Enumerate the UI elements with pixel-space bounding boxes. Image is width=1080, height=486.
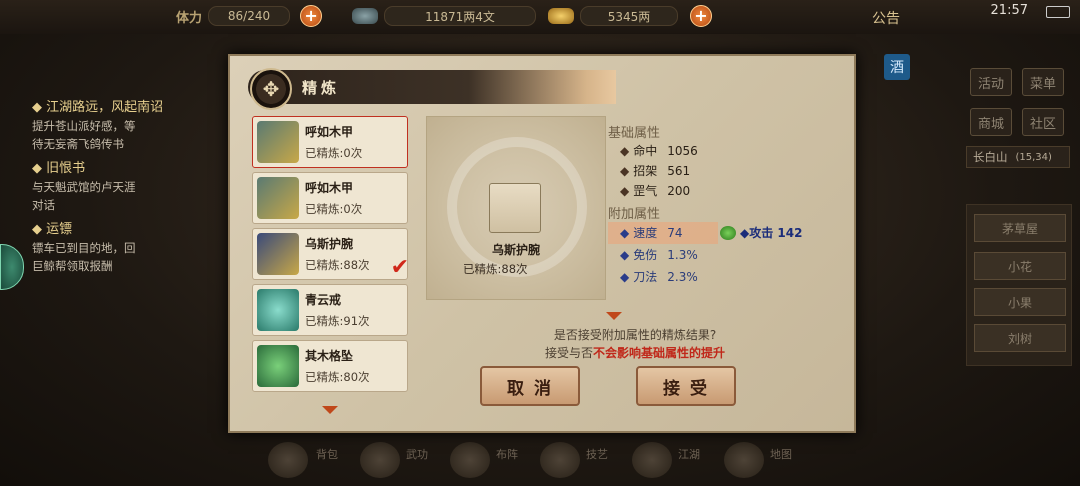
dialog-title: 精炼 bbox=[302, 79, 341, 97]
tavern-button[interactable]: 酒 bbox=[884, 54, 910, 80]
equipment-item[interactable]: 青云戒 已精炼:91次 bbox=[252, 284, 408, 336]
extra-attr-title: 附加属性 bbox=[608, 207, 661, 222]
menu-button[interactable]: 菜单 bbox=[1022, 68, 1064, 96]
stamina-plus-button[interactable]: + bbox=[300, 5, 323, 27]
item-name: 青云戒 bbox=[305, 293, 342, 307]
quest-desc: 与天魁武馆的卢天涯 bbox=[32, 180, 136, 194]
gold-icon bbox=[548, 8, 574, 24]
npc-item[interactable]: 小花 bbox=[974, 252, 1066, 280]
npc-item[interactable]: 茅草屋 bbox=[974, 214, 1066, 242]
item-preview: 乌斯护腕 已精炼:88次 bbox=[426, 116, 606, 300]
item-refine-count: 已精炼:91次 bbox=[305, 314, 370, 328]
quest-desc: 提升苍山派好感，等 bbox=[32, 119, 136, 133]
quest-title: ◆ 运镖 bbox=[32, 222, 73, 237]
bottom-label[interactable]: 技艺 bbox=[586, 446, 608, 462]
refine-emblem-icon: ✥ bbox=[250, 68, 292, 110]
item-refine-count: 已精炼:0次 bbox=[305, 146, 363, 160]
cancel-button[interactable]: 取消 bbox=[480, 366, 580, 406]
item-refine-count: 已精炼:0次 bbox=[305, 202, 363, 216]
item-name: 其木格坠 bbox=[305, 349, 354, 363]
extra-attr-row-highlighted: ◆ 速度 74 ◆攻击 142 bbox=[608, 222, 838, 244]
preview-refine-count: 已精炼:88次 bbox=[463, 262, 528, 276]
silver-icon bbox=[352, 8, 378, 24]
top-status-bar bbox=[0, 0, 1080, 34]
bottom-label[interactable]: 背包 bbox=[316, 446, 338, 462]
bottom-label[interactable]: 地图 bbox=[770, 446, 792, 462]
gold-plus-button[interactable]: + bbox=[690, 5, 712, 27]
selected-check-icon: ✔ bbox=[390, 255, 409, 280]
gold-resource: 5345两 + bbox=[548, 5, 712, 27]
equipment-item[interactable]: 其木格坠 已精炼:80次 bbox=[252, 340, 408, 392]
equipment-item[interactable]: 乌斯护腕 已精炼:88次 ✔ bbox=[252, 228, 409, 280]
quest-desc: 巨鲸帮领取报酬 bbox=[32, 259, 113, 273]
confirm-note: 接受与否不会影响基础属性的提升 bbox=[544, 346, 726, 360]
npc-item[interactable]: 小果 bbox=[974, 288, 1066, 316]
jianghu-icon[interactable] bbox=[632, 442, 672, 478]
extra-attr-row: ◆ 刀法 2.3% bbox=[620, 270, 698, 284]
pendant-icon bbox=[257, 345, 299, 387]
stamina-value: 86/240 bbox=[208, 6, 291, 26]
quest-desc: 镖车已到目的地，回 bbox=[32, 241, 136, 255]
armor-icon bbox=[257, 121, 299, 163]
armor-icon bbox=[257, 177, 299, 219]
bottom-label[interactable]: 江湖 bbox=[678, 446, 700, 462]
base-attr-title: 基础属性 bbox=[608, 126, 661, 141]
ring-icon bbox=[257, 289, 299, 331]
attribute-panel: 基础属性 ◆ 命中 1056 ◆ 招架 561 ◆ 罡气 200 附加属性 ◆ 速度 74 ◆攻… bbox=[608, 122, 838, 288]
confirm-question: 是否接受附加属性的精炼结果? bbox=[553, 328, 717, 342]
bracer-icon bbox=[489, 183, 541, 233]
quest-tracker[interactable]: ◆ 江湖路远，风起南诏 提升苍山派好感，等 待无妄斋飞鸽传书 ◆ 旧恨书 与天魁… bbox=[32, 92, 212, 275]
item-name: 乌斯护腕 bbox=[305, 237, 354, 251]
silver-resource: 11871两4文 bbox=[352, 6, 536, 26]
location-name: 长白山 bbox=[973, 150, 1008, 164]
community-button[interactable]: 社区 bbox=[1022, 108, 1064, 136]
scroll-down-icon[interactable] bbox=[322, 406, 338, 414]
activity-button[interactable]: 活动 bbox=[970, 68, 1012, 96]
base-attr-row: ◆ 命中 1056 bbox=[620, 144, 698, 158]
map-icon[interactable] bbox=[724, 442, 764, 478]
base-attr-row: ◆ 罡气 200 bbox=[620, 184, 691, 198]
base-attr-row: ◆ 招架 561 bbox=[620, 164, 691, 178]
bracer-icon bbox=[257, 233, 299, 275]
quest-title: ◆ 江湖路远，风起南诏 bbox=[32, 100, 164, 115]
equipment-list: 呼如木甲 已精炼:0次 呼如木甲 已精炼:0次 乌斯护腕 已精炼:88次 ✔ 青… bbox=[252, 116, 412, 406]
expand-down-icon bbox=[606, 312, 622, 320]
equipment-item[interactable]: 呼如木甲 已精炼:0次 bbox=[252, 172, 408, 224]
stamina-resource: 体力 86/240 + bbox=[176, 5, 323, 27]
bottom-label[interactable]: 布阵 bbox=[496, 446, 518, 462]
item-name: 呼如木甲 bbox=[305, 181, 354, 195]
npc-item[interactable]: 刘树 bbox=[974, 324, 1066, 352]
quest-desc: 待无妄斋飞鸽传书 bbox=[32, 137, 124, 151]
bottom-label[interactable]: 武功 bbox=[406, 446, 428, 462]
location-coords: (15,34) bbox=[1015, 151, 1052, 163]
equipment-item[interactable]: 呼如木甲 已精炼:0次 bbox=[252, 116, 408, 168]
extra-attr-row: ◆ 免伤 1.3% bbox=[620, 248, 698, 262]
silver-value: 11871两4文 bbox=[384, 6, 536, 26]
preview-name: 乌斯护腕 bbox=[491, 243, 540, 257]
location-display[interactable]: 长白山 (15,34) bbox=[966, 146, 1070, 168]
item-name: 呼如木甲 bbox=[305, 125, 354, 139]
bag-icon[interactable] bbox=[268, 442, 308, 478]
swap-icon bbox=[720, 226, 736, 240]
notice-button[interactable]: 公告 bbox=[872, 8, 900, 28]
stamina-label: 体力 bbox=[176, 10, 203, 26]
craft-icon[interactable] bbox=[540, 442, 580, 478]
shop-button[interactable]: 商城 bbox=[970, 108, 1012, 136]
quest-desc: 对话 bbox=[32, 198, 55, 212]
item-refine-count: 已精炼:88次 bbox=[305, 258, 370, 272]
formation-icon[interactable] bbox=[450, 442, 490, 478]
refine-dialog: ✥ 精炼 呼如木甲 已精炼:0次 呼如木甲 已精炼:0次 乌斯护腕 已精炼:88… bbox=[228, 54, 856, 433]
new-attribute: ◆攻击 142 bbox=[740, 226, 803, 240]
battery-icon bbox=[1046, 6, 1070, 18]
skills-icon[interactable] bbox=[360, 442, 400, 478]
clock: 21:57 bbox=[990, 3, 1028, 18]
quest-title: ◆ 旧恨书 bbox=[32, 161, 86, 176]
accept-button[interactable]: 接受 bbox=[636, 366, 736, 406]
gold-value: 5345两 bbox=[580, 6, 678, 26]
item-refine-count: 已精炼:80次 bbox=[305, 370, 370, 384]
